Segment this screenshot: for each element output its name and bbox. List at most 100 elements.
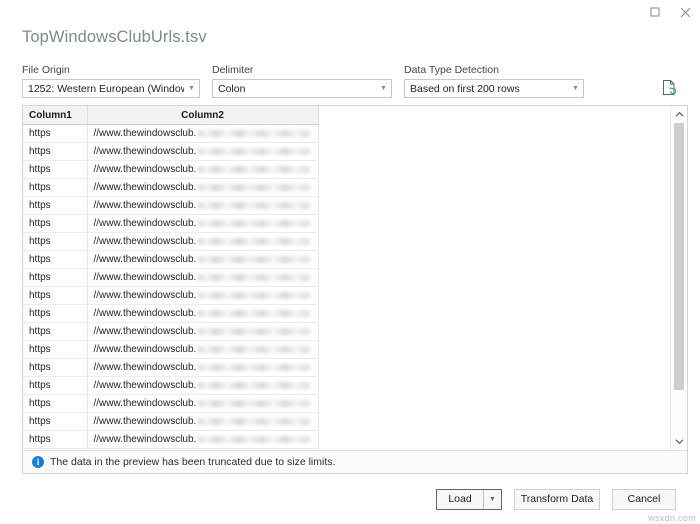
close-button[interactable]	[670, 2, 700, 22]
table-row[interactable]: https//www.thewindowsclub.	[23, 358, 319, 377]
table-row[interactable]: https//www.thewindowsclub.	[23, 142, 319, 161]
page-title: TopWindowsClubUrls.tsv	[22, 28, 207, 46]
scroll-down-button[interactable]	[671, 433, 687, 450]
cell-column2: //www.thewindowsclub.	[87, 196, 319, 215]
redacted-url-blur	[198, 220, 312, 227]
delimiter-select[interactable]: Colon ▼	[212, 79, 392, 98]
cell-column1: https	[23, 268, 88, 287]
cell-url-wrapper: //www.thewindowsclub.	[94, 128, 312, 139]
file-origin-label: File Origin	[22, 64, 70, 76]
table-row[interactable]: https//www.thewindowsclub.	[23, 160, 319, 179]
cell-url-text: //www.thewindowsclub.	[93, 362, 197, 373]
load-split-button[interactable]: Load ▼	[436, 488, 502, 510]
options-bar: File Origin 1252: Western European (Wind…	[0, 58, 700, 98]
cell-column2: //www.thewindowsclub.	[87, 358, 319, 377]
table-row[interactable]: https //www.thewindowsclub.	[23, 430, 319, 449]
table-row[interactable]: https//www.thewindowsclub.	[23, 340, 319, 359]
table-row[interactable]: https//www.thewindowsclub.	[23, 412, 319, 431]
cell-column1: https	[23, 178, 88, 197]
chevron-down-icon: ▼	[380, 84, 387, 92]
file-refresh-glyph	[663, 80, 677, 95]
table-row[interactable]: https//www.thewindowsclub.	[23, 394, 319, 413]
cell-url-text: //www.thewindowsclub.	[93, 236, 197, 247]
cell-url-wrapper: //www.thewindowsclub.	[94, 236, 312, 247]
redacted-url-blur	[198, 274, 312, 281]
table-row[interactable]: https//www.thewindowsclub.	[23, 322, 319, 341]
cell-column1: https	[23, 250, 88, 269]
status-message: The data in the preview has been truncat…	[50, 456, 336, 468]
cell-url-text: //www.thewindowsclub.	[93, 398, 197, 409]
preview-vertical-scrollbar[interactable]	[670, 106, 687, 450]
preview-grid-area: Column1 Column2 https//www.thewindowsclu…	[23, 106, 687, 450]
redacted-url-blur	[198, 310, 312, 317]
file-refresh-icon[interactable]	[660, 78, 678, 97]
cell-column1: https	[23, 196, 88, 215]
cell-url-wrapper: //www.thewindowsclub.	[94, 272, 312, 283]
maximize-button[interactable]	[640, 2, 670, 22]
table-row[interactable]: https //www.thewindowsclub.	[23, 178, 319, 197]
preview-table: Column1 Column2 https//www.thewindowsclu…	[23, 106, 319, 450]
column-header-1[interactable]: Column1	[23, 106, 88, 125]
column-header-2[interactable]: Column2	[87, 106, 319, 125]
cancel-button[interactable]: Cancel	[612, 488, 676, 510]
table-row[interactable]: https//www.thewindowsclub.	[23, 214, 319, 233]
redacted-url-blur	[198, 400, 312, 407]
cell-column2: //www.thewindowsclub.	[87, 250, 319, 269]
status-bar: i The data in the preview has been trunc…	[23, 450, 687, 473]
scrollbar-track[interactable]	[671, 123, 687, 433]
cell-column2: //www.thewindowsclub.	[87, 124, 319, 143]
cell-url-wrapper: //www.thewindowsclub.	[94, 380, 312, 391]
cell-column2: //www.thewindowsclub.	[87, 412, 319, 431]
cell-url-wrapper: //www.thewindowsclub.	[94, 308, 312, 319]
table-row[interactable]: https //www.thewindowsclub.	[23, 232, 319, 251]
load-button[interactable]: Load	[437, 490, 483, 509]
cell-column2: //www.thewindowsclub.	[87, 268, 319, 287]
table-row[interactable]: https//www.thewindowsclub.	[23, 448, 319, 450]
table-row[interactable]: https//www.thewindowsclub.	[23, 304, 319, 323]
cell-url-wrapper: //www.thewindowsclub.	[94, 434, 312, 445]
cell-column2: //www.thewindowsclub.	[87, 376, 319, 395]
file-origin-value: 1252: Western European (Windows)	[28, 82, 184, 95]
cell-column1: https	[23, 376, 88, 395]
table-row[interactable]: https //www.thewindowsclub.	[23, 196, 319, 215]
cell-column2: //www.thewindowsclub.	[87, 430, 319, 449]
cell-url-text: //www.thewindowsclub.	[93, 344, 197, 355]
title-bar	[0, 0, 700, 24]
cell-url-wrapper: //www.thewindowsclub.	[94, 362, 312, 373]
cell-column1: https	[23, 124, 88, 143]
delimiter-value: Colon	[218, 82, 246, 95]
data-type-detection-select[interactable]: Based on first 200 rows ▼	[404, 79, 584, 98]
cell-url-text: //www.thewindowsclub.	[93, 380, 197, 391]
cell-column1: https	[23, 448, 88, 450]
transform-data-button[interactable]: Transform Data	[514, 488, 600, 510]
preview-panel: Column1 Column2 https//www.thewindowsclu…	[22, 105, 688, 474]
redacted-url-blur	[198, 436, 312, 443]
cell-url-text: //www.thewindowsclub.	[93, 290, 197, 301]
load-dropdown-button[interactable]: ▼	[483, 489, 501, 509]
cell-column1: https	[23, 232, 88, 251]
redacted-url-blur	[198, 364, 312, 371]
file-origin-select[interactable]: 1252: Western European (Windows) ▼	[22, 79, 200, 98]
info-icon: i	[32, 456, 44, 468]
maximize-icon	[650, 7, 660, 17]
cell-url-text: //www.thewindowsclub.	[93, 218, 197, 229]
table-row[interactable]: https //www.thewindowsclub.	[23, 376, 319, 395]
cell-column1: https	[23, 412, 88, 431]
table-row[interactable]: https//www.thewindowsclub.	[23, 250, 319, 269]
redacted-url-blur	[198, 418, 312, 425]
table-row[interactable]: https//www.thewindowsclub.	[23, 286, 319, 305]
scroll-up-button[interactable]	[671, 106, 687, 123]
table-header-row: Column1 Column2	[23, 106, 319, 125]
redacted-url-blur	[198, 202, 312, 209]
file-origin-group: File Origin 1252: Western European (Wind…	[22, 64, 200, 98]
redacted-url-blur	[198, 346, 312, 353]
cell-url-wrapper: //www.thewindowsclub.	[94, 182, 312, 193]
cell-column1: https	[23, 430, 88, 449]
table-row[interactable]: https //www.thewindowsclub.	[23, 124, 319, 143]
cell-url-wrapper: //www.thewindowsclub.	[94, 326, 312, 337]
scrollbar-thumb[interactable]	[674, 123, 684, 390]
cell-url-text: //www.thewindowsclub.	[93, 200, 197, 211]
table-row[interactable]: https //www.thewindowsclub.	[23, 268, 319, 287]
cell-url-wrapper: //www.thewindowsclub.	[94, 146, 312, 157]
redacted-url-blur	[198, 238, 312, 245]
